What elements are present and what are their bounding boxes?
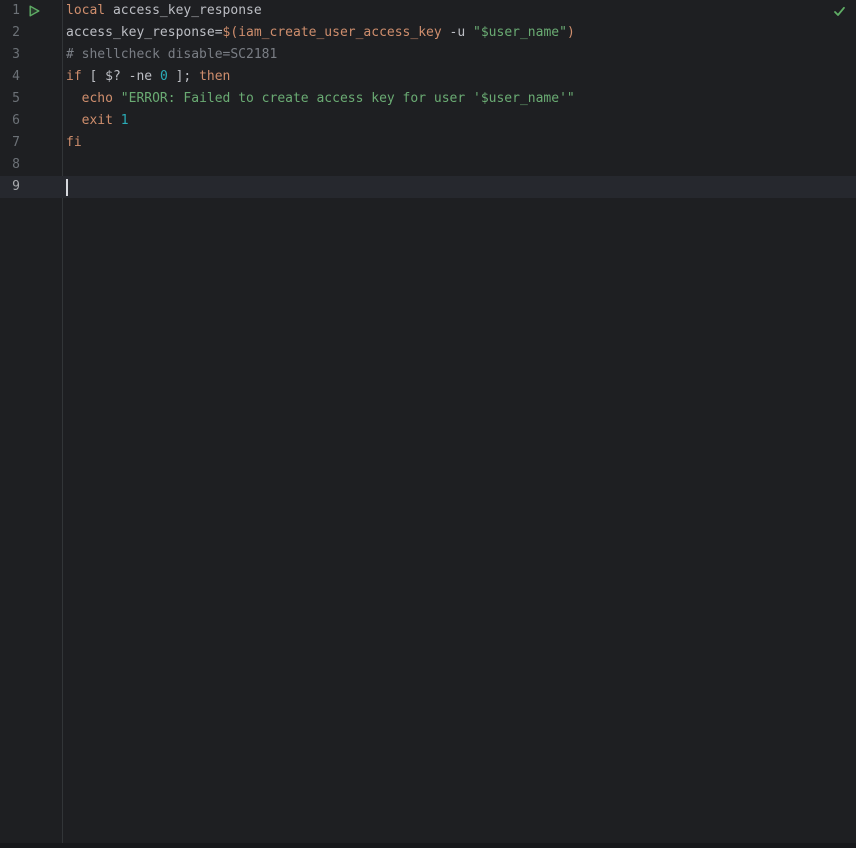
line-number[interactable]: 5 <box>0 88 20 110</box>
line-number[interactable]: 8 <box>0 154 20 176</box>
code-line-row: 3 # shellcheck disable=SC2181 <box>0 44 856 66</box>
code-token <box>113 88 121 110</box>
gutter-cell[interactable]: 5 <box>0 88 63 110</box>
code-line[interactable]: exit 1 <box>63 110 856 132</box>
gutter-cell[interactable]: 3 <box>0 44 63 66</box>
code-line-row: 4 if [ $? -ne 0 ]; then <box>0 66 856 88</box>
code-token: # shellcheck disable=SC2181 <box>66 44 277 66</box>
code-token: access_key_response= <box>66 22 223 44</box>
code-line-row: 1 local access_key_response <box>0 0 856 22</box>
code-line[interactable]: local access_key_response <box>63 0 856 22</box>
code-token: 0 <box>160 66 168 88</box>
gutter-cell[interactable]: 7 <box>0 132 63 154</box>
code-line-row: 5 echo "ERROR: Failed to create access k… <box>0 88 856 110</box>
code-token: ]; <box>168 66 199 88</box>
code-token: $(iam_create_user_access_key <box>223 22 442 44</box>
code-token <box>66 88 82 110</box>
gutter-cell[interactable]: 6 <box>0 110 63 132</box>
line-number[interactable]: 7 <box>0 132 20 154</box>
line-number[interactable]: 1 <box>0 0 20 22</box>
code-token: 1 <box>121 110 129 132</box>
bottom-panel-edge <box>0 843 856 848</box>
run-icon[interactable] <box>27 4 41 18</box>
code-line[interactable]: echo "ERROR: Failed to create access key… <box>63 88 856 110</box>
code-token: access_key_response <box>105 0 262 22</box>
line-number[interactable]: 6 <box>0 110 20 132</box>
code-token: -u <box>442 22 473 44</box>
gutter-cell[interactable]: 8 <box>0 154 63 176</box>
code-token: [ $? -ne <box>82 66 160 88</box>
line-number[interactable]: 9 <box>0 176 20 198</box>
line-list: 1 local access_key_response 2 access_key_re… <box>0 0 856 198</box>
gutter-cell[interactable]: 4 <box>0 66 63 88</box>
code-line[interactable]: # shellcheck disable=SC2181 <box>63 44 856 66</box>
inspections-passed-checkmark-icon[interactable] <box>832 4 847 19</box>
code-token: if <box>66 66 82 88</box>
gutter-cell[interactable]: 1 <box>0 0 63 22</box>
code-line-row: 9 <box>0 176 856 198</box>
code-token: "$user_name" <box>473 22 567 44</box>
code-token <box>113 110 121 132</box>
code-token: exit <box>82 110 113 132</box>
code-token: "ERROR: Failed to create access key for … <box>121 88 575 110</box>
code-token: local <box>66 0 105 22</box>
code-token: then <box>199 66 230 88</box>
code-token <box>66 110 82 132</box>
gutter-cell[interactable]: 2 <box>0 22 63 44</box>
code-line-row: 6 exit 1 <box>0 110 856 132</box>
code-token: echo <box>82 88 113 110</box>
code-line[interactable]: access_key_response=$(iam_create_user_ac… <box>63 22 856 44</box>
code-line[interactable]: fi <box>63 132 856 154</box>
code-editor: 1 local access_key_response 2 access_key_re… <box>0 0 856 848</box>
code-line-row: 8 <box>0 154 856 176</box>
line-number[interactable]: 4 <box>0 66 20 88</box>
code-line[interactable] <box>63 179 856 196</box>
code-line[interactable]: if [ $? -ne 0 ]; then <box>63 66 856 88</box>
code-line-row: 7 fi <box>0 132 856 154</box>
line-number[interactable]: 3 <box>0 44 20 66</box>
code-token: fi <box>66 132 82 154</box>
code-line-row: 2 access_key_response=$(iam_create_user_a… <box>0 22 856 44</box>
gutter-cell[interactable]: 9 <box>0 176 63 198</box>
text-caret <box>66 179 68 196</box>
line-number[interactable]: 2 <box>0 22 20 44</box>
code-token: ) <box>567 22 575 44</box>
